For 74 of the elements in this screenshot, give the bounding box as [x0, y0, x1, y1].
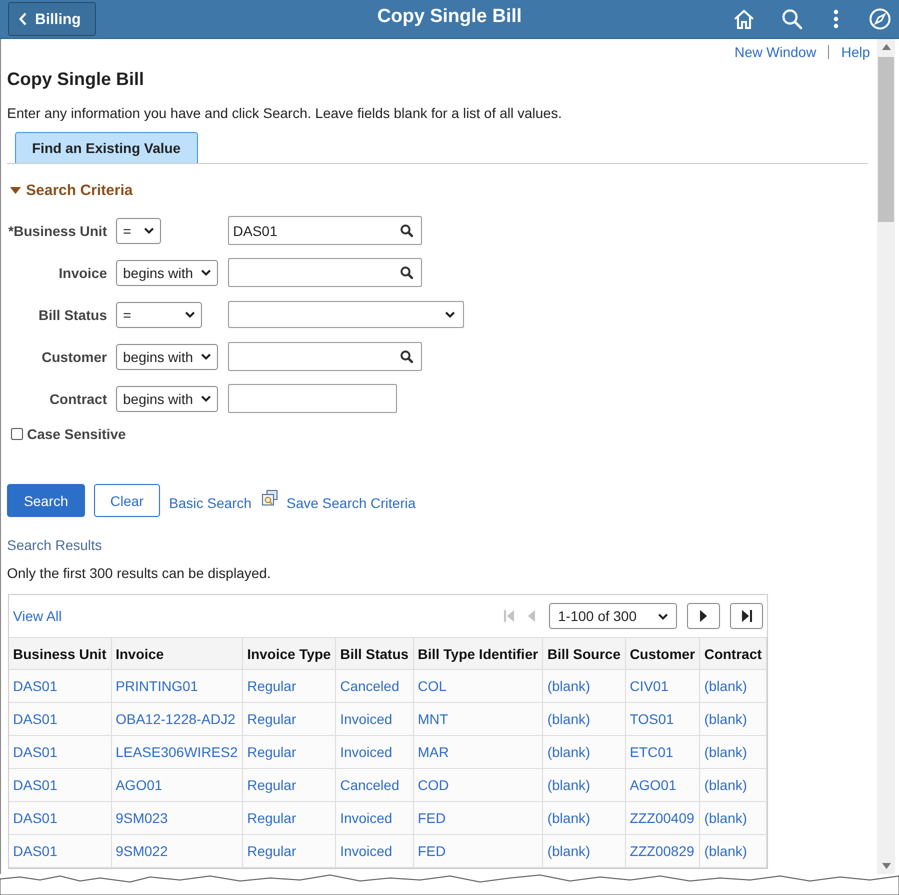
menu-icon[interactable] [833, 8, 839, 30]
caret-icon [201, 269, 211, 276]
table-link[interactable]: AGO01 [116, 777, 162, 793]
field-label: *Business Unit [7, 222, 107, 238]
section-title: Search Results [7, 537, 103, 553]
section-header[interactable]: Search Criteria [7, 182, 870, 199]
column-header[interactable]: Invoice Type [242, 638, 336, 670]
column-header[interactable]: Bill Source [542, 638, 626, 670]
search-icon[interactable] [400, 350, 413, 363]
note-text: Only the first 300 results can be displayed. [7, 565, 272, 581]
scrollbar[interactable] [877, 39, 895, 874]
column-header[interactable]: Bill Type Identifier [413, 638, 543, 670]
scroll-thumb[interactable] [878, 57, 894, 222]
table-link[interactable]: FED [418, 810, 446, 826]
operator-dropdown[interactable]: = [116, 302, 202, 328]
caret-icon [185, 311, 195, 318]
table-link[interactable]: MNT [418, 711, 448, 727]
link[interactable]: New Window [734, 44, 816, 60]
column-header[interactable]: Invoice [111, 638, 243, 670]
input-field[interactable] [228, 258, 422, 287]
field-label: Contract [48, 390, 107, 406]
operator-dropdown[interactable]: begins with [116, 344, 218, 370]
scroll-down-icon[interactable] [882, 863, 890, 869]
caret-icon [445, 311, 455, 318]
input-field[interactable] [228, 384, 397, 413]
search-button[interactable]: Search [7, 484, 85, 517]
table-link[interactable]: COL [418, 678, 447, 694]
triangle-icon [10, 186, 21, 194]
compass-icon[interactable] [869, 8, 891, 30]
caret-icon [201, 353, 211, 360]
column-header[interactable]: Customer [625, 638, 700, 670]
save-search-icon[interactable] [262, 490, 278, 506]
view-all-link[interactable]: View All [13, 608, 62, 624]
instructions-text: Enter any information you have and click Search. Leave fields blank for a list of all values. [7, 105, 563, 121]
table-link[interactable]: MAR [418, 744, 449, 760]
operator-dropdown[interactable]: begins with [116, 386, 218, 412]
table-link[interactable]: FED [418, 843, 446, 859]
column-header[interactable]: Bill Status [336, 638, 414, 670]
caret-icon [658, 612, 668, 620]
search-icon[interactable] [400, 266, 413, 279]
chevron-icon [19, 12, 27, 26]
column-header[interactable]: Contract [700, 638, 766, 670]
operator-dropdown[interactable]: = [116, 218, 161, 244]
search-icon[interactable] [400, 224, 413, 237]
back-button[interactable]: Billing [8, 2, 96, 36]
checkbox[interactable] [11, 428, 23, 440]
tab[interactable]: Find an Existing Value [15, 132, 198, 163]
last-page-button[interactable] [730, 603, 763, 629]
page-range-dropdown[interactable]: 1-100 of 300 [549, 603, 677, 629]
column-header[interactable]: Business Unit [9, 638, 112, 670]
clear-button[interactable]: Clear [94, 484, 160, 517]
next-page-icon [700, 610, 707, 622]
link[interactable]: Help [841, 44, 870, 60]
checkbox-label: Case Sensitive [27, 426, 126, 442]
field-label: Bill Status [38, 306, 107, 322]
last-page-icon [742, 610, 752, 622]
page-title: Copy Single Bill [7, 69, 146, 91]
next-page-button[interactable] [687, 603, 720, 629]
home-icon[interactable] [733, 8, 755, 30]
save-search-criteria-link[interactable]: Save Search Criteria [286, 494, 416, 510]
scroll-up-icon[interactable] [882, 44, 890, 50]
caret-icon [144, 227, 154, 234]
basic-search-link[interactable]: Basic Search [169, 494, 252, 510]
table-link[interactable]: 9SM022 [116, 843, 168, 859]
table-link[interactable]: COD [418, 777, 449, 793]
operator-dropdown[interactable]: begins with [116, 260, 218, 286]
value-dropdown[interactable] [228, 301, 464, 328]
input-field[interactable] [228, 342, 422, 371]
caret-icon [201, 395, 211, 402]
input-field[interactable]: DAS01 [228, 216, 422, 245]
field-label: Customer [40, 348, 107, 364]
field-label: Invoice [58, 264, 107, 280]
table-link[interactable]: 9SM023 [116, 810, 168, 826]
window-title: Copy Single Bill [376, 6, 523, 28]
